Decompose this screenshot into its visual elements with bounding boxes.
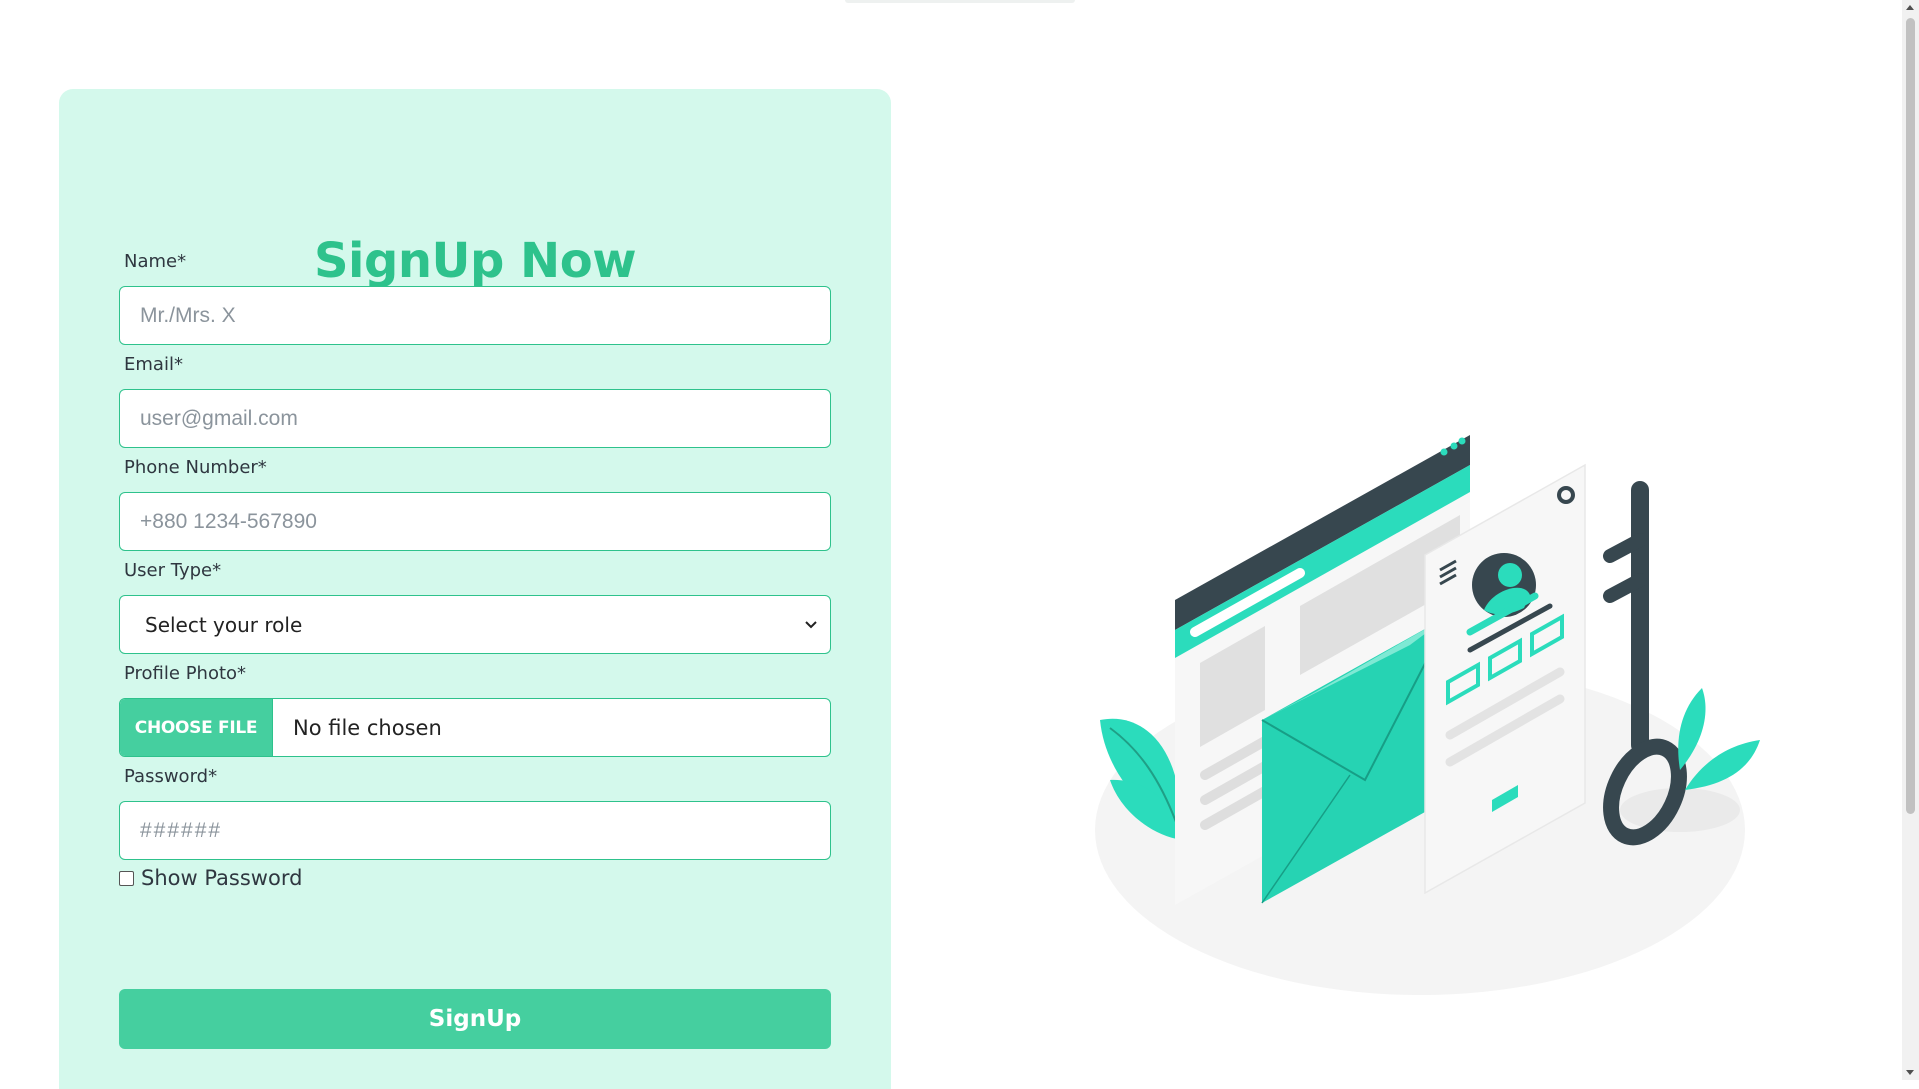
scroll-down-icon[interactable] bbox=[1906, 1070, 1914, 1075]
scrollbar[interactable] bbox=[1902, 0, 1919, 1080]
signup-card: SignUp Now Name* Mr./Mrs. X Email* user@… bbox=[59, 89, 891, 1089]
name-placeholder: Mr./Mrs. X bbox=[140, 303, 236, 327]
show-password-row[interactable]: Show Password bbox=[119, 866, 302, 890]
email-input[interactable]: user@gmail.com bbox=[119, 389, 831, 448]
choose-file-button[interactable]: CHOOSE FILE bbox=[120, 699, 273, 756]
user-type-label: User Type* bbox=[124, 560, 222, 581]
scroll-up-icon[interactable] bbox=[1906, 5, 1914, 10]
scroll-thumb[interactable] bbox=[1906, 18, 1915, 814]
name-label: Name* bbox=[124, 251, 187, 272]
user-type-selected: Select your role bbox=[145, 612, 303, 637]
email-label: Email* bbox=[124, 354, 183, 375]
password-label: Password* bbox=[124, 766, 218, 787]
email-placeholder: user@gmail.com bbox=[140, 406, 298, 430]
signup-button[interactable]: SignUp bbox=[119, 989, 831, 1049]
phone-placeholder: +880 1234-567890 bbox=[140, 509, 317, 533]
top-shadow bbox=[845, 0, 1075, 3]
phone-input[interactable]: +880 1234-567890 bbox=[119, 492, 831, 551]
password-placeholder: ###### bbox=[140, 818, 223, 842]
name-input[interactable]: Mr./Mrs. X bbox=[119, 286, 831, 345]
signup-illustration bbox=[1095, 435, 1760, 995]
profile-photo-input[interactable]: CHOOSE FILE No file chosen bbox=[119, 698, 831, 757]
chevron-down-icon bbox=[802, 616, 820, 634]
file-status: No file chosen bbox=[293, 715, 442, 740]
show-password-label: Show Password bbox=[141, 866, 303, 890]
user-type-select[interactable]: Select your role bbox=[119, 595, 831, 654]
phone-label: Phone Number* bbox=[124, 457, 267, 478]
profile-photo-label: Profile Photo* bbox=[124, 663, 247, 684]
password-input[interactable]: ###### bbox=[119, 801, 831, 860]
show-password-checkbox[interactable] bbox=[119, 870, 134, 886]
